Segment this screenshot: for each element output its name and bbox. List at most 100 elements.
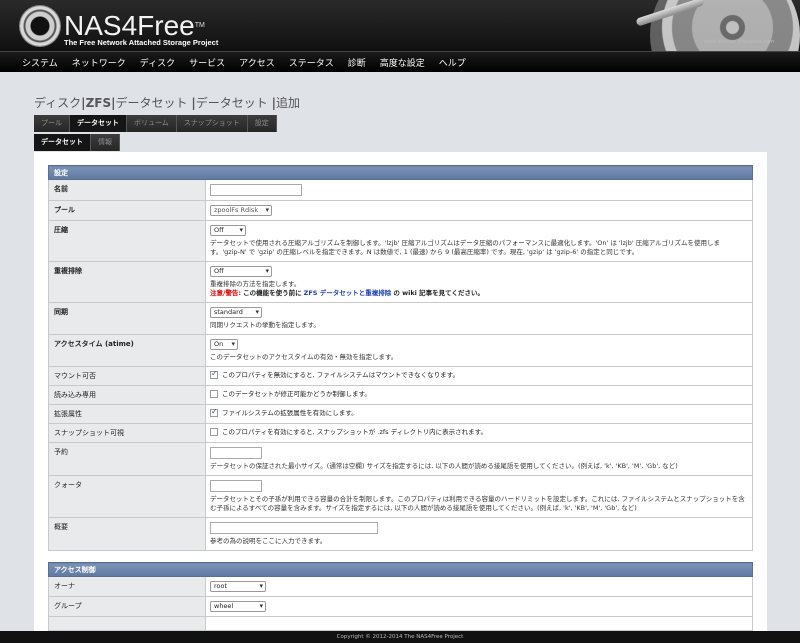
- dedup-select[interactable]: Off: [210, 266, 272, 277]
- canmount-label: マウント可否: [48, 366, 206, 386]
- row-atime: アクセスタイム (atime) On このデータセットのアクセスタイムの有効・無…: [48, 334, 753, 367]
- menu-access[interactable]: アクセス: [239, 56, 275, 69]
- tab-datasets[interactable]: データセット: [70, 115, 127, 132]
- reservation-input[interactable]: [210, 447, 262, 459]
- pool-label: プール: [48, 200, 206, 221]
- pool-select[interactable]: zpoolFs Rdisk: [210, 205, 272, 216]
- description-input[interactable]: [210, 522, 378, 534]
- quota-description: データセットとその子孫が利用できる容量の合計を制限します。このプロパティは利用で…: [210, 495, 745, 512]
- page-title: ディスク|ZFS|データセット |データセット |追加: [34, 94, 300, 111]
- quota-input[interactable]: [210, 480, 262, 492]
- menu-disks[interactable]: ディスク: [140, 56, 175, 69]
- brand-name: NAS4FreeTM: [64, 10, 205, 41]
- header: NAS4FreeTM The Free Network Attached Sto…: [0, 0, 800, 51]
- name-input[interactable]: [210, 184, 302, 196]
- dataset-form: 設定 名前 プール zpoolFs Rdisk 圧縮 Off データセットで使用…: [48, 165, 753, 631]
- row-pool: プール zpoolFs Rdisk: [48, 200, 753, 221]
- dedup-warning-text: この機能を使う前に: [243, 289, 302, 297]
- tab-dataset[interactable]: データセット: [34, 134, 91, 151]
- sync-select[interactable]: standard: [210, 307, 262, 318]
- tab-configuration[interactable]: 設定: [247, 115, 277, 132]
- atime-description: このデータセットのアクセスタイムの有効・無効を指定します。: [210, 353, 398, 361]
- main-menu: システム ネットワーク ディスク サービス アクセス ステータス 診断 高度な設…: [0, 51, 800, 72]
- xattr-label: 拡張属性: [48, 404, 206, 424]
- snapdir-checkbox[interactable]: [210, 428, 218, 436]
- section-settings-header: 設定: [48, 165, 753, 180]
- header-url: www.freenas.4freepark.com: [703, 39, 774, 45]
- content-area: 設定 名前 プール zpoolFs Rdisk 圧縮 Off データセットで使用…: [34, 152, 767, 631]
- sync-label: 同期: [48, 302, 206, 335]
- row-description: 概要 参考の為の説明をここに入力できます。: [48, 517, 753, 551]
- menu-status[interactable]: ステータス: [289, 56, 334, 69]
- row-group: グループ wheel: [48, 596, 753, 617]
- menu-services[interactable]: サービス: [189, 56, 225, 69]
- compression-label: 圧縮: [48, 220, 206, 262]
- description-help: 参考の為の説明をここに入力できます。: [210, 537, 327, 545]
- owner-select[interactable]: root: [210, 581, 266, 592]
- menu-system[interactable]: システム: [22, 56, 58, 69]
- row-canmount: マウント可否 このプロパティを無効にすると, ファイルシステムはマウントできなく…: [48, 366, 753, 386]
- dedup-description: 重複排除の方法を指定します。: [210, 280, 301, 288]
- breadcrumb-zfs[interactable]: ZFS: [86, 96, 112, 110]
- row-xattr: 拡張属性 ファイルシステムの拡張属性を有効にします。: [48, 404, 753, 424]
- compression-description: データセットで使用される圧縮アルゴリズムを制御します。'lzjb' 圧縮アルゴリ…: [210, 239, 721, 256]
- menu-help[interactable]: ヘルプ: [439, 56, 466, 69]
- row-readonly: 読み込み専用 このデータセットが修正可能かどうか制御します。: [48, 385, 753, 405]
- dedup-wiki-link[interactable]: ZFS データセットと重複排除: [304, 289, 392, 297]
- readonly-description: このデータセットが修正可能かどうか制御します。: [222, 390, 371, 398]
- tab-information[interactable]: 情報: [91, 134, 120, 151]
- owner-label: オーナ: [48, 576, 206, 597]
- readonly-label: 読み込み専用: [48, 385, 206, 405]
- group-label: グループ: [48, 596, 206, 617]
- tab-pools[interactable]: プール: [34, 115, 70, 132]
- primary-tabs: プール データセット ボリューム スナップショット 設定: [34, 115, 277, 132]
- reservation-description: データセットの保証された最小サイズ。(通常は空欄) サイズを指定するには, 以下…: [210, 462, 678, 470]
- compression-select[interactable]: Off: [210, 225, 246, 236]
- row-snapdir: スナップショット可視 このプロパティを有効にすると, スナップショットが .zf…: [48, 423, 753, 443]
- xattr-description: ファイルシステムの拡張属性を有効にします。: [222, 409, 358, 417]
- row-quota: クォータ データセットとその子孫が利用できる容量の合計を制限します。このプロパテ…: [48, 475, 753, 518]
- logo[interactable]: NAS4FreeTM The Free Network Attached Sto…: [20, 4, 218, 48]
- section-access-header: アクセス制御: [48, 562, 753, 577]
- xattr-checkbox[interactable]: [210, 407, 218, 417]
- menu-diagnostics[interactable]: 診断: [348, 56, 366, 69]
- quota-label: クォータ: [48, 475, 206, 518]
- readonly-checkbox[interactable]: [210, 390, 218, 398]
- mode-label: [48, 616, 206, 631]
- tagline: The Free Network Attached Storage Projec…: [64, 38, 219, 47]
- row-mode: [48, 616, 753, 631]
- dedup-label: 重複排除: [48, 261, 206, 303]
- name-label: 名前: [48, 179, 206, 201]
- row-name: 名前: [48, 179, 753, 201]
- breadcrumb-add: 追加: [275, 96, 300, 110]
- row-compression: 圧縮 Off データセットで使用される圧縮アルゴリズムを制御します。'lzjb'…: [48, 220, 753, 262]
- breadcrumb-disks[interactable]: ディスク: [34, 96, 81, 110]
- canmount-description: このプロパティを無効にすると, ファイルシステムはマウントできなくなります。: [222, 371, 459, 379]
- dedup-warning: 注意/警告: この機能を使う前に ZFS データセットと重複排除 の wiki …: [210, 289, 748, 298]
- breadcrumb-datasets[interactable]: データセット: [116, 96, 188, 110]
- row-sync: 同期 standard 同期リクエストの挙動を指定します。: [48, 302, 753, 335]
- snapdir-description: このプロパティを有効にすると, スナップショットが .zfs ディレクトリ内に表…: [222, 428, 487, 436]
- menu-advanced[interactable]: 高度な設定: [380, 56, 425, 69]
- footer: Copyright © 2012-2014 The NAS4Free Proje…: [0, 631, 800, 643]
- dedup-warning-tail: の wiki 記事を見てください。: [393, 289, 484, 297]
- tab-volumes[interactable]: ボリューム: [127, 115, 177, 132]
- canmount-checkbox[interactable]: [210, 369, 218, 379]
- row-dedup: 重複排除 Off 重複排除の方法を指定します。 注意/警告: この機能を使う前に…: [48, 261, 753, 303]
- row-reservation: 予約 データセットの保証された最小サイズ。(通常は空欄) サイズを指定するには,…: [48, 442, 753, 476]
- row-owner: オーナ root: [48, 576, 753, 597]
- dedup-warning-label: 注意/警告:: [210, 289, 241, 297]
- mode-value: [205, 616, 753, 631]
- snapdir-label: スナップショット可視: [48, 423, 206, 443]
- atime-label: アクセスタイム (atime): [48, 334, 206, 367]
- secondary-tabs: データセット 情報: [34, 134, 120, 151]
- description-label: 概要: [48, 517, 206, 551]
- sync-description: 同期リクエストの挙動を指定します。: [210, 321, 320, 329]
- breadcrumb-dataset[interactable]: データセット: [196, 96, 268, 110]
- atime-select[interactable]: On: [210, 339, 238, 350]
- reservation-label: 予約: [48, 442, 206, 476]
- tab-snapshots[interactable]: スナップショット: [176, 115, 248, 132]
- menu-network[interactable]: ネットワーク: [72, 56, 126, 69]
- group-select[interactable]: wheel: [210, 601, 266, 612]
- trademark: TM: [194, 22, 205, 29]
